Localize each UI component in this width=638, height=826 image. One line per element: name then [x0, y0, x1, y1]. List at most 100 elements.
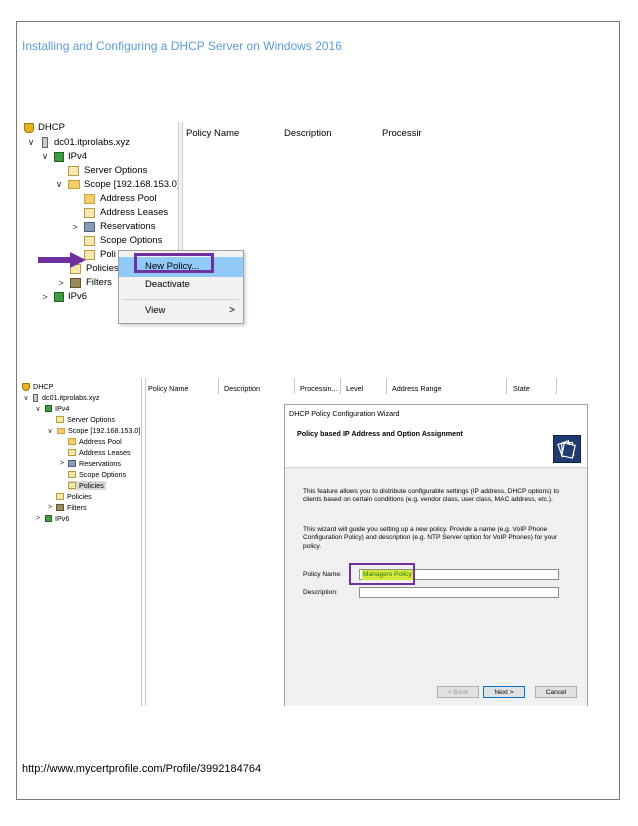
tree-item-dhcp[interactable]: DHCP: [24, 122, 65, 133]
menu-item-view-label: View: [145, 305, 166, 316]
column-header-state[interactable]: State: [513, 384, 530, 393]
chevron-right-icon[interactable]: >: [46, 504, 54, 511]
policies-icon: [56, 493, 64, 500]
highlight-box: [349, 563, 415, 585]
tree-item-ipv4[interactable]: ∨ IPv4: [34, 404, 69, 413]
menu-item-view[interactable]: View >: [119, 301, 243, 321]
policies-icon: [68, 482, 76, 489]
options-icon: [68, 165, 79, 176]
column-header-processing[interactable]: Processin...: [300, 384, 338, 393]
chevron-right-icon[interactable]: >: [58, 460, 66, 467]
wizard-title: DHCP Policy Configuration Wizard: [289, 409, 400, 418]
column-header-level[interactable]: Level: [346, 384, 363, 393]
tree-item-reservations[interactable]: > Reservations: [70, 221, 155, 232]
column-divider: [386, 378, 387, 394]
dhcp-icon: [24, 122, 34, 133]
column-header-policy-name[interactable]: Policy Name: [148, 384, 188, 393]
column-header-address-range[interactable]: Address Range: [392, 384, 442, 393]
policy-name-label: Policy Name:: [303, 571, 342, 578]
back-button[interactable]: < Back: [437, 686, 479, 698]
network-icon: [54, 291, 64, 302]
tree-item-server[interactable]: ∨ dc01.itprolabs.xyz: [26, 137, 130, 148]
menu-item-deactivate[interactable]: Deactivate: [119, 275, 243, 295]
wizard-banner: Policy based IP Address and Option Assig…: [285, 421, 587, 467]
column-header-description[interactable]: Description: [224, 384, 260, 393]
tree-item-scope-options[interactable]: Scope Options: [68, 470, 126, 479]
reservations-icon: [68, 460, 76, 467]
filters-icon: [70, 277, 81, 288]
chevron-down-icon[interactable]: ∨: [22, 394, 30, 402]
wizard-intro-text: This feature allows you to distribute co…: [303, 488, 559, 504]
chevron-down-icon[interactable]: ∨: [40, 151, 50, 162]
tree-item-policies-scope[interactable]: Poli: [84, 249, 116, 260]
wizard-heading: Policy based IP Address and Option Assig…: [297, 429, 463, 438]
tree-item-ipv6[interactable]: > IPv6: [34, 514, 69, 523]
tree-item-scope-options[interactable]: Scope Options: [84, 235, 162, 246]
policy-wizard-dialog: DHCP Policy Configuration Wizard Policy …: [284, 404, 588, 706]
address-pool-icon: [68, 438, 76, 445]
chevron-down-icon[interactable]: ∨: [26, 137, 36, 148]
wizard-body: This feature allows you to distribute co…: [285, 467, 587, 706]
network-icon: [45, 405, 52, 412]
screenshot-policy-wizard: DHCP ∨ dc01.itprolabs.xyz ∨ IPv4 Server …: [22, 378, 588, 706]
column-header-description[interactable]: Description: [284, 128, 332, 139]
network-icon: [54, 151, 64, 162]
wizard-guide-text: This wizard will guide you setting up a …: [303, 526, 558, 550]
tree-item-server-options[interactable]: Server Options: [56, 415, 115, 424]
tree-item-filters[interactable]: > Filters: [46, 503, 87, 512]
address-pool-icon: [84, 193, 95, 204]
tree-item-scope[interactable]: ∨ Scope [192.168.153.0]: [54, 179, 180, 190]
tree-item-ipv4[interactable]: ∨ IPv4: [40, 151, 87, 162]
column-header-processing[interactable]: Processir: [382, 128, 422, 139]
chevron-right-icon[interactable]: >: [56, 278, 66, 288]
document-title: Installing and Configuring a DHCP Server…: [22, 39, 342, 53]
footer-url[interactable]: http://www.mycertprofile.com/Profile/399…: [22, 763, 261, 775]
chevron-right-icon[interactable]: >: [40, 292, 50, 302]
chevron-down-icon[interactable]: ∨: [34, 405, 42, 413]
options-icon: [56, 416, 64, 423]
column-header-policy-name[interactable]: Policy Name: [186, 128, 239, 139]
dhcp-icon: [22, 382, 30, 391]
pane-divider[interactable]: [141, 378, 142, 706]
scope-options-icon: [68, 471, 76, 478]
filters-icon: [56, 504, 64, 511]
column-divider: [218, 378, 219, 394]
tree-item-address-leases[interactable]: Address Leases: [68, 448, 131, 457]
folder-icon: [68, 180, 80, 189]
tree-item-server[interactable]: ∨ dc01.itprolabs.xyz: [22, 393, 99, 402]
scope-options-icon: [84, 235, 95, 246]
address-leases-icon: [68, 449, 76, 456]
chevron-down-icon[interactable]: ∨: [46, 427, 54, 435]
address-leases-icon: [84, 207, 95, 218]
chevron-right-icon[interactable]: >: [70, 222, 80, 232]
tree-item-filters[interactable]: > Filters: [56, 277, 112, 288]
chevron-down-icon[interactable]: ∨: [54, 179, 64, 190]
tree-item-policies-scope-selected[interactable]: Policies: [68, 481, 106, 490]
tree-item-address-leases[interactable]: Address Leases: [84, 207, 168, 218]
next-button[interactable]: Next >: [483, 686, 525, 698]
tree-item-reservations[interactable]: > Reservations: [58, 459, 121, 468]
tree-item-scope[interactable]: ∨ Scope [192.168.153.0]: [46, 426, 140, 435]
chevron-right-icon: >: [229, 305, 235, 316]
tree-item-server-options[interactable]: Server Options: [68, 165, 147, 176]
menu-separator: [123, 299, 239, 300]
column-divider: [506, 378, 507, 394]
column-divider: [556, 378, 557, 394]
server-icon: [33, 393, 38, 402]
screenshot-context-menu: DHCP ∨ dc01.itprolabs.xyz ∨ IPv4 Server …: [22, 118, 618, 328]
tree-item-address-pool[interactable]: Address Pool: [84, 193, 157, 204]
column-divider: [294, 378, 295, 394]
console-tree: DHCP ∨ dc01.itprolabs.xyz ∨ IPv4 Server …: [22, 378, 142, 706]
description-input[interactable]: [359, 587, 559, 598]
chevron-right-icon[interactable]: >: [34, 515, 42, 522]
highlight-box: [134, 253, 214, 273]
network-icon: [45, 515, 52, 522]
server-icon: [42, 137, 48, 148]
tree-item-ipv6[interactable]: > IPv6: [40, 291, 87, 302]
tree-item-policies[interactable]: Policies: [56, 492, 92, 501]
policy-stack-icon: [557, 439, 576, 459]
folder-icon: [57, 427, 65, 434]
tree-item-dhcp[interactable]: DHCP: [22, 382, 53, 391]
cancel-button[interactable]: Cancel: [535, 686, 577, 698]
tree-item-address-pool[interactable]: Address Pool: [68, 437, 122, 446]
